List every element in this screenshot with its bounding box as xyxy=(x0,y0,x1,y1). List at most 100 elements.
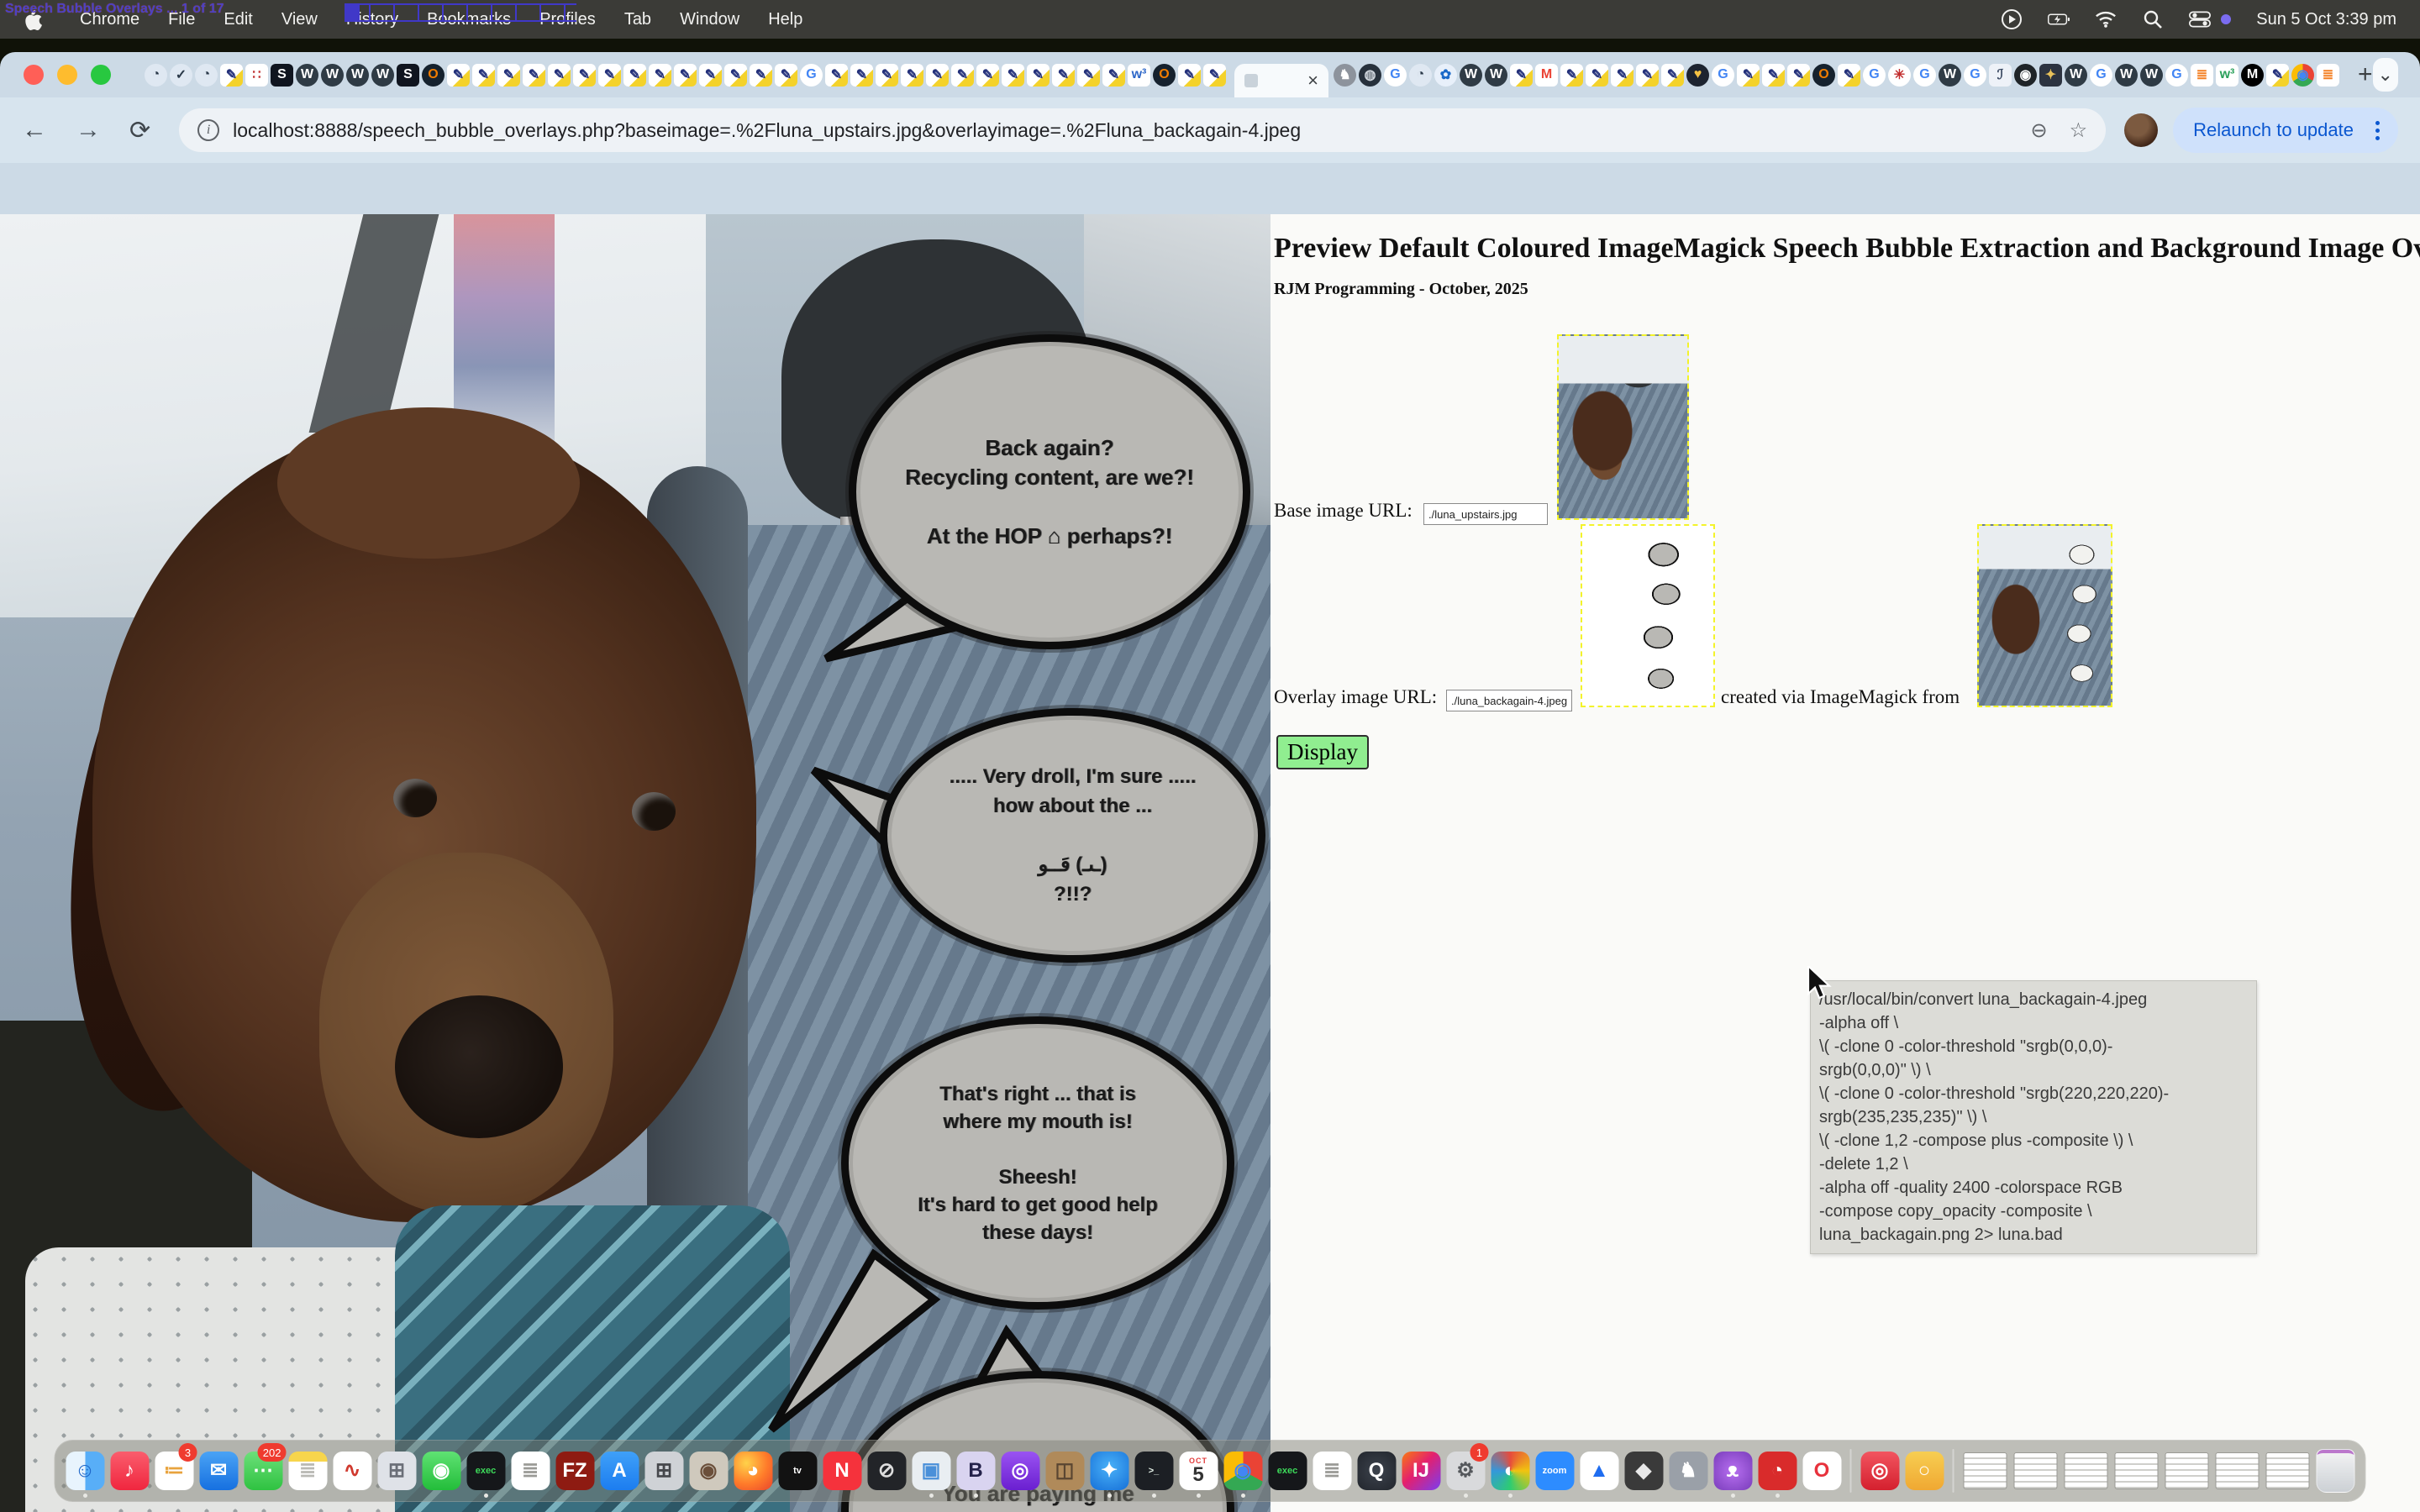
dock-item-opera[interactable]: O xyxy=(1802,1445,1842,1497)
dock-item-inkscape[interactable]: ◆ xyxy=(1624,1445,1664,1497)
dock-item-settings[interactable]: ⚙ 1 xyxy=(1446,1445,1486,1497)
dock-item-cat-app[interactable]: ᴥ xyxy=(1713,1445,1753,1497)
tab-favicon-pencil[interactable]: ✎ xyxy=(1636,64,1659,87)
dock-item-apple-tv[interactable]: tv xyxy=(778,1445,818,1497)
tab-favicon-wp[interactable]: W xyxy=(296,64,318,87)
tab-favicon-check[interactable]: ✓ xyxy=(170,64,192,87)
tab-favicon-pencil[interactable]: ✎ xyxy=(1838,64,1860,87)
overlay-image-input[interactable] xyxy=(1446,690,1572,711)
bookmark-star-icon[interactable]: ☆ xyxy=(2070,118,2088,143)
browser-menu-kebab-icon[interactable] xyxy=(2369,121,2386,140)
dock-item-minimized-window-2[interactable] xyxy=(2114,1445,2160,1497)
tab-favicon-pencil[interactable]: ✎ xyxy=(447,64,470,87)
tab-favicon-pencil[interactable]: ✎ xyxy=(220,64,243,87)
tab-favicon-so[interactable]: ≣ xyxy=(2191,64,2213,87)
tab-favicon-pencil[interactable]: ✎ xyxy=(750,64,772,87)
dock-item-minimized-window-4[interactable] xyxy=(2215,1445,2260,1497)
tab-close-icon[interactable]: × xyxy=(1307,71,1318,90)
tab-search-chevron-icon[interactable]: ⌄ xyxy=(2373,58,2398,92)
tab-favicon-clock[interactable]: ◔ xyxy=(195,64,218,87)
dock-item-trash[interactable] xyxy=(2316,1445,2355,1497)
tab-favicon-pencil[interactable]: ✎ xyxy=(976,64,999,87)
control-center-icon[interactable] xyxy=(2189,8,2211,30)
wifi-icon[interactable] xyxy=(2095,8,2117,30)
dock-item-doc-music[interactable] xyxy=(1963,1445,2008,1497)
tab-favicon-pencil[interactable]: ✎ xyxy=(1510,64,1533,87)
tab-favicon-pencil[interactable]: ✎ xyxy=(1661,64,1684,87)
display-button[interactable]: Display xyxy=(1276,735,1369,769)
tab-favicon-google[interactable]: G xyxy=(1964,64,1986,87)
tab-favicon-wp[interactable]: W xyxy=(1939,64,1961,87)
minimize-window-button[interactable] xyxy=(57,65,77,85)
tab-favicon-pencil[interactable]: ✎ xyxy=(573,64,596,87)
forward-button[interactable]: → xyxy=(76,116,101,144)
dock-item-mail[interactable]: ✉ xyxy=(199,1445,239,1497)
tab-favicon-pencil[interactable]: ✎ xyxy=(1203,64,1226,87)
tab-favicon-wp[interactable]: W xyxy=(346,64,369,87)
dock-item-calendar[interactable]: OCT 5 xyxy=(1179,1445,1218,1497)
dock-item-notes[interactable]: ≣ xyxy=(288,1445,328,1497)
tab-favicon-pencil[interactable]: ✎ xyxy=(1102,64,1125,87)
tab-favicon-pencil[interactable]: ✎ xyxy=(1737,64,1760,87)
dock-item-doc-text[interactable] xyxy=(2013,1445,2059,1497)
dock-item-filezilla[interactable]: FZ xyxy=(555,1445,595,1497)
dock-item-facetime[interactable]: ◉ xyxy=(422,1445,461,1497)
dock-item-launchpad[interactable]: ⊞ xyxy=(377,1445,417,1497)
tab-favicon-medium[interactable]: M xyxy=(2241,64,2264,87)
tab-favicon-wp[interactable]: W xyxy=(2065,64,2087,87)
site-info-icon[interactable]: i xyxy=(197,119,219,141)
tab-favicon-pencil[interactable]: ✎ xyxy=(951,64,974,87)
tab-favicon-google[interactable]: G xyxy=(800,64,823,87)
dock-item-textedit-2[interactable]: ≣ xyxy=(1313,1445,1352,1497)
tab-favicon-pencil[interactable]: ✎ xyxy=(1560,64,1583,87)
dock-item-music[interactable]: ♪ xyxy=(110,1445,150,1497)
tab-favicon-chrome[interactable]: ◉ xyxy=(2291,64,2314,87)
dock-item-bbedit[interactable]: B xyxy=(956,1445,996,1497)
tab-favicon-pencil[interactable]: ✎ xyxy=(548,64,571,87)
tab-favicon-pencil[interactable]: ✎ xyxy=(523,64,545,87)
tab-favicon-pencil[interactable]: ✎ xyxy=(901,64,923,87)
dock-item-contacts[interactable]: ◫ xyxy=(1045,1445,1085,1497)
tab-favicon-globe[interactable]: ◍ xyxy=(1359,64,1381,87)
tab-favicon-pencil[interactable]: ✎ xyxy=(1787,64,1810,87)
dock-item-photo-booth[interactable]: ◎ xyxy=(1860,1445,1900,1497)
tab-favicon-pencil[interactable]: ✎ xyxy=(1178,64,1201,87)
dock-item-minimized-window-5[interactable] xyxy=(2265,1445,2311,1497)
tab-favicon-pencil[interactable]: ✎ xyxy=(850,64,873,87)
tab-favicon-pencil[interactable]: ✎ xyxy=(775,64,797,87)
dock-item-shortcuts-dark[interactable]: ⊘ xyxy=(867,1445,907,1497)
menu-item-Help[interactable]: Help xyxy=(754,0,817,39)
tab-favicon-wp[interactable]: W xyxy=(1460,64,1482,87)
dock-item-news[interactable]: N xyxy=(823,1445,862,1497)
menu-item-View[interactable]: View xyxy=(267,0,332,39)
tab-favicon-google[interactable]: G xyxy=(2165,64,2188,87)
dock-item-mamp[interactable]: ♞ xyxy=(1669,1445,1708,1497)
tab-favicon-pencil[interactable]: ✎ xyxy=(598,64,621,87)
tab-favicon-pencil[interactable]: ✎ xyxy=(1611,64,1634,87)
menu-clock[interactable]: Sun 5 Oct 3:39 pm xyxy=(2256,10,2396,29)
dock-item-lightbulb-app[interactable]: ○ xyxy=(1905,1445,1944,1497)
tab-favicon-wp[interactable]: W xyxy=(1485,64,1507,87)
dock-item-firefox[interactable]: ◕ xyxy=(734,1445,773,1497)
tab-favicon-cursive[interactable]: ℐ xyxy=(1989,64,2012,87)
dock-item-chrome[interactable]: ◉ xyxy=(1223,1445,1263,1497)
dock-item-app-store[interactable]: A xyxy=(600,1445,639,1497)
tab-favicon-so[interactable]: ≣ xyxy=(2317,64,2339,87)
tab-favicon-pencil[interactable]: ✎ xyxy=(2266,64,2289,87)
dock-item-minimized-window-1[interactable] xyxy=(2064,1445,2109,1497)
tab-favicon-asterisk[interactable]: ✳ xyxy=(1888,64,1911,87)
dock-item-exec-app-2[interactable]: exec xyxy=(1268,1445,1307,1497)
tab-favicon-google[interactable]: G xyxy=(1913,64,1936,87)
tab-favicon-pencil[interactable]: ✎ xyxy=(1762,64,1785,87)
base-image-input[interactable] xyxy=(1423,503,1548,525)
dock-item-preview[interactable]: ▣ xyxy=(912,1445,951,1497)
dock-item-quicktime[interactable]: Q xyxy=(1357,1445,1397,1497)
relaunch-to-update-button[interactable]: Relaunch to update xyxy=(2173,108,2398,153)
tab-favicon-google[interactable]: G xyxy=(1863,64,1886,87)
tab-favicon-pencil[interactable]: ✎ xyxy=(623,64,646,87)
tab-favicon-pencil[interactable]: ✎ xyxy=(699,64,722,87)
dock-item-podcasts[interactable]: ◎ xyxy=(1001,1445,1040,1497)
tab-favicon-wp[interactable]: W xyxy=(371,64,394,87)
dock-item-speedtest[interactable]: ◔ xyxy=(1758,1445,1797,1497)
tab-favicon-oring[interactable]: O xyxy=(1153,64,1176,87)
